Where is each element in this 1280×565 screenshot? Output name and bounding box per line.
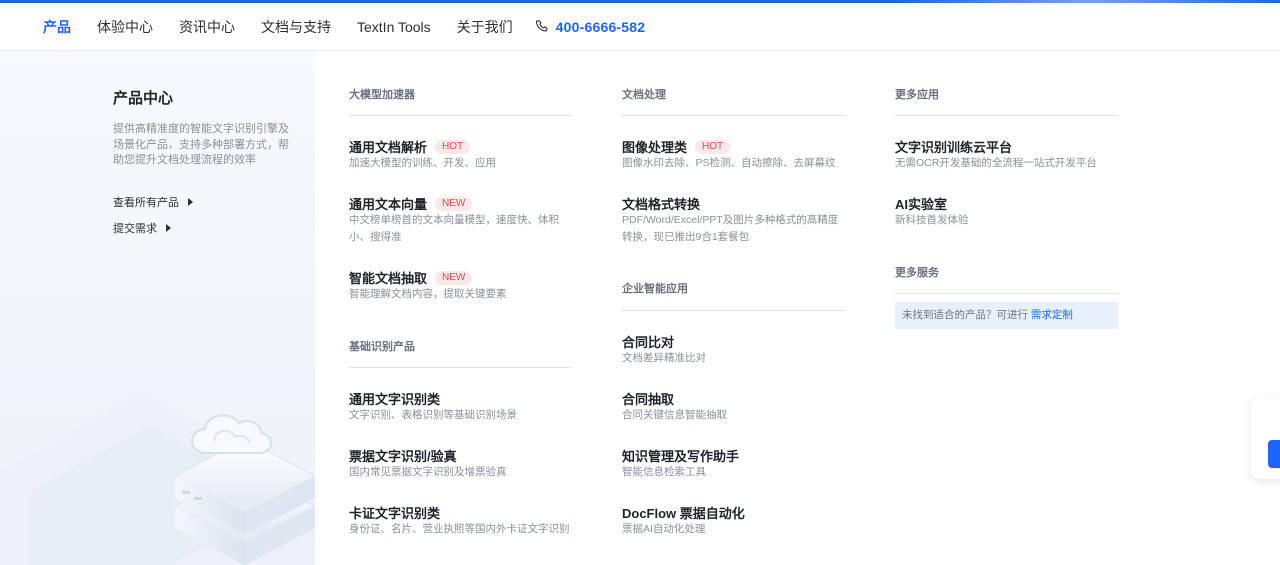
product-title: 文字识别训练云平台	[895, 140, 1013, 155]
panel-description: 提供高精准度的智能文字识别引擎及场景化产品，支持多种部署方式，帮助您提升文档处理…	[113, 123, 289, 166]
triangle-right-icon	[188, 198, 193, 206]
product-desc: 合同关键信息智能抽取	[622, 409, 727, 421]
product-desc: 文字识别、表格识别等基础识别场景	[349, 409, 517, 421]
submit-request-link[interactable]: 提交需求	[113, 220, 171, 236]
product-desc: 中文榜单榜首的文本向量模型，速度快、体积小、搜得准	[349, 214, 559, 243]
new-badge: NEW	[435, 270, 473, 285]
section-heading-llm-accelerator: 大模型加速器	[349, 89, 415, 101]
product-title: 合同抽取	[622, 392, 675, 407]
product-general-ocr[interactable]: 通用文字识别类	[349, 389, 440, 408]
nav-news[interactable]: 资讯中心	[179, 17, 235, 37]
product-title: 智能文档抽取	[349, 271, 428, 286]
product-desc: PDF/Word/Excel/PPT及图片多种格式的高精度转换，现已推出9合1套…	[622, 214, 839, 243]
product-knowledge-assistant[interactable]: 知识管理及写作助手	[622, 446, 739, 465]
hot-badge: HOT	[435, 139, 471, 154]
product-desc: 国内常见票据文字识别及增票验真	[349, 466, 507, 478]
section-heading-basic-recognition: 基础识别产品	[349, 341, 415, 353]
panel-title: 产品中心	[113, 90, 174, 107]
section-heading-doc-processing: 文档处理	[622, 89, 666, 101]
custom-request-link[interactable]: 需求定制	[1031, 309, 1073, 321]
product-title: 文档格式转换	[622, 197, 701, 212]
product-doc-parsing[interactable]: 通用文档解析 HOT	[349, 137, 471, 156]
product-title: 通用文本向量	[349, 197, 428, 212]
section-heading-more-services: 更多服务	[895, 267, 939, 279]
nav-docs[interactable]: 文档与支持	[261, 17, 331, 37]
divider	[349, 367, 572, 368]
product-ai-lab[interactable]: AI实验室	[895, 194, 947, 213]
product-contract-compare[interactable]: 合同比对	[622, 332, 674, 351]
divider	[349, 115, 572, 116]
product-title: 通用文字识别类	[349, 392, 441, 407]
product-title: 知识管理及写作助手	[622, 449, 740, 464]
new-badge: NEW	[435, 196, 473, 211]
submit-request-label: 提交需求	[113, 223, 157, 235]
phone-number[interactable]: 400-6666-582	[556, 19, 646, 35]
product-title: 图像处理类	[622, 140, 688, 155]
product-desc: 智能理解文档内容，提取关键要素	[349, 288, 507, 300]
phone-icon	[535, 20, 548, 32]
nav-experience[interactable]: 体验中心	[97, 17, 153, 37]
product-title: 通用文档解析	[349, 140, 428, 155]
section-heading-enterprise-apps: 企业智能应用	[622, 283, 688, 295]
view-all-products-label: 查看所有产品	[113, 197, 179, 209]
product-desc: 加速大模型的训练、开发、应用	[349, 157, 496, 169]
custom-request-box: 未找到适合的产品？可进行 需求定制	[895, 302, 1118, 329]
product-desc: 新科技首发体验	[895, 214, 969, 226]
divider	[622, 115, 845, 116]
product-title: 合同比对	[622, 335, 675, 350]
nav-tools[interactable]: TextIn Tools	[357, 19, 431, 35]
divider	[622, 310, 845, 311]
product-desc: 票据AI自动化处理	[622, 523, 706, 535]
nav-about[interactable]: 关于我们	[457, 17, 513, 37]
product-card-ocr[interactable]: 卡证文字识别类	[349, 503, 440, 522]
view-all-products-link[interactable]: 查看所有产品	[113, 194, 193, 210]
product-title: AI实验室	[895, 197, 948, 212]
product-image-processing[interactable]: 图像处理类 HOT	[622, 137, 731, 156]
product-docflow[interactable]: DocFlow 票据自动化	[622, 503, 745, 522]
product-contract-extraction[interactable]: 合同抽取	[622, 389, 674, 408]
product-title: DocFlow 票据自动化	[622, 506, 745, 521]
product-desc: 无需OCR开发基础的全流程一站式开发平台	[895, 157, 1097, 169]
product-title: 票据文字识别/验真	[349, 449, 457, 464]
cloud-server-illustration	[0, 391, 315, 565]
product-center-panel: 产品中心 提供高精准度的智能文字识别引擎及场景化产品，支持多种部署方式，帮助您提…	[0, 51, 315, 565]
top-nav: 产品 体验中心 资讯中心 文档与支持 TextIn Tools 关于我们 400…	[0, 3, 1280, 51]
product-format-conversion[interactable]: 文档格式转换	[622, 194, 700, 213]
nav-products[interactable]: 产品	[43, 17, 71, 37]
product-desc: 文档差异精准比对	[622, 352, 706, 364]
triangle-right-icon	[166, 224, 171, 232]
product-desc: 图像水印去除、PS检测、自动擦除、去屏幕纹	[622, 157, 836, 169]
phone-contact[interactable]: 400-6666-582	[535, 19, 646, 35]
product-text-embedding[interactable]: 通用文本向量 NEW	[349, 194, 473, 213]
product-doc-extraction[interactable]: 智能文档抽取 NEW	[349, 268, 473, 287]
product-desc: 智能信息检索工具	[622, 466, 706, 478]
product-title: 卡证文字识别类	[349, 506, 441, 521]
floating-contact-button[interactable]	[1268, 440, 1280, 468]
product-invoice-ocr[interactable]: 票据文字识别/验真	[349, 446, 457, 465]
divider	[895, 115, 1118, 116]
product-training-platform[interactable]: 文字识别训练云平台	[895, 137, 1012, 156]
hot-badge: HOT	[695, 139, 731, 154]
section-heading-more-apps: 更多应用	[895, 89, 939, 101]
service-text: 未找到适合的产品？可进行	[902, 309, 1028, 321]
divider	[895, 293, 1118, 294]
product-desc: 身份证、名片、营业执照等国内外卡证文字识别	[349, 523, 570, 535]
